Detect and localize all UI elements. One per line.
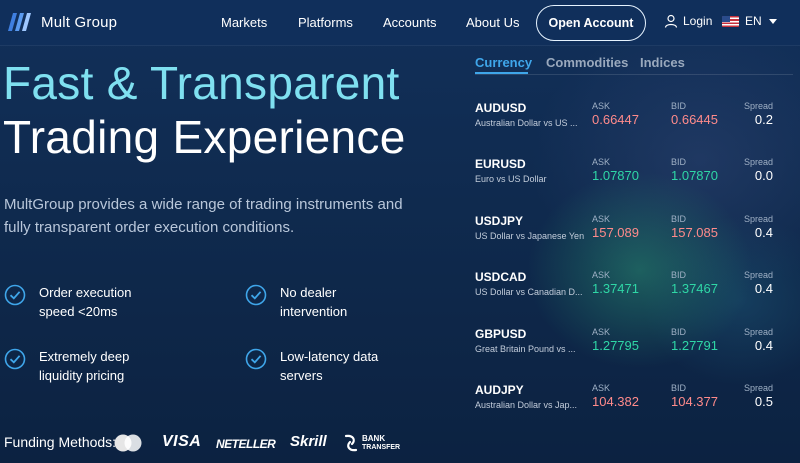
mult-logo-icon [8,13,31,31]
spread-label: Spread [743,157,773,167]
quote-symbol: GBPUSD [475,327,527,341]
feature-text: Extremely deep liquidity pricing [39,349,130,383]
quote-name: Great Britain Pound vs ... [475,344,576,354]
feature-order-execution: Order execution speed <20ms [4,283,149,321]
us-flag-icon [722,15,739,27]
feature-low-latency: Low-latency data servers [245,347,400,385]
bid-price: 1.07870 [671,168,718,183]
spread-label: Spread [743,383,773,393]
quote-symbol: AUDJPY [475,383,524,397]
feature-text: Order execution speed <20ms [39,285,132,319]
transfer-label: TRANSFER [362,444,401,451]
check-circle-icon [4,284,26,306]
ask-price: 1.37471 [592,281,639,296]
hero-title-line1: Fast & Transparent [3,57,400,109]
bid-label: BID [671,157,687,167]
mastercard-icon [114,434,142,452]
open-account-button[interactable]: Open Account [536,5,646,41]
ask-label: ASK [592,101,611,111]
quote-row[interactable]: EURUSD Euro vs US Dollar ASK 1.07870 BID 1.07… [475,157,795,213]
bid-label: BID [671,270,687,280]
ask-price: 157.089 [592,225,639,240]
hero-description: MultGroup provides a wide range of tradi… [4,196,403,236]
funding-methods-label: Funding Methods: [4,434,117,450]
spread-value: 0.2 [754,112,773,127]
quote-name: US Dollar vs Japanese Yen [475,231,585,241]
bid-price: 0.66445 [671,112,718,127]
spread-label: Spread [743,270,773,280]
bid-price: 157.085 [671,225,718,240]
quote-symbol: EURUSD [475,157,526,171]
ask-price: 104.382 [592,394,639,409]
bid-label: BID [671,214,687,224]
brand-name: Mult Group [41,13,118,31]
spread-value: 0.0 [754,168,773,183]
quote-name: Euro vs US Dollar [475,174,547,184]
nav-platforms[interactable]: Platforms [298,15,353,30]
top-nav: Mult Group Markets Platforms Accounts Ab… [0,0,800,46]
tab-commodities[interactable]: Commodities [546,55,628,70]
quote-symbol: USDCAD [475,270,527,284]
logo[interactable]: Mult Group [6,9,117,35]
quote-symbol: USDJPY [475,214,524,228]
quote-row[interactable]: GBPUSD Great Britain Pound vs ... ASK 1.277… [475,327,795,383]
tab-currency[interactable]: Currency [475,55,532,70]
skrill-logo: Skrill [290,433,327,450]
login-link[interactable]: Login [664,14,712,28]
spread-value: 0.4 [754,338,773,353]
nav-accounts[interactable]: Accounts [383,15,436,30]
feature-no-dealer: No dealer intervention [245,283,390,321]
quote-row[interactable]: USDJPY US Dollar vs Japanese Yen ASK 157.08… [475,214,795,270]
tab-indices[interactable]: Indices [640,55,685,70]
spread-label: Spread [743,101,773,111]
feature-deep-liquidity: Extremely deep liquidity pricing [4,347,159,385]
ask-label: ASK [592,214,611,224]
bid-price: 1.37467 [671,281,718,296]
chevron-down-icon [768,18,777,24]
visa-logo: VISA [162,433,202,450]
language-label: EN [745,14,762,28]
ask-label: ASK [592,157,611,167]
ask-price: 1.27795 [592,338,639,353]
quote-name: Australian Dollar vs Jap... [475,400,578,410]
bid-price: 1.27791 [671,338,718,353]
user-icon [664,14,678,28]
spread-label: Spread [743,214,773,224]
ask-label: ASK [592,383,611,393]
bank-label: BANK [362,434,386,443]
spread-value: 0.4 [754,281,773,296]
active-tab-indicator [475,72,528,74]
feature-text: No dealer intervention [280,285,348,319]
bid-label: BID [671,327,687,337]
bid-price: 104.377 [671,394,718,409]
language-selector[interactable]: EN [722,14,777,28]
bid-label: BID [671,383,687,393]
quote-name: Australian Dollar vs US ... [475,118,578,128]
bank-transfer-icon [344,434,358,452]
spread-label: Spread [743,327,773,337]
quote-row[interactable]: AUDUSD Australian Dollar vs US ... ASK 0.66… [475,101,795,157]
check-circle-icon [4,348,26,370]
ask-label: ASK [592,270,611,280]
quote-symbol: AUDUSD [475,101,527,115]
nav-about-us[interactable]: About Us [466,15,519,30]
bid-label: BID [671,101,687,111]
quote-name: US Dollar vs Canadian D... [475,287,583,297]
quote-row[interactable]: AUDJPY Australian Dollar vs Jap... ASK 104.… [475,383,795,439]
quote-row[interactable]: USDCAD US Dollar vs Canadian D... ASK 1.374… [475,270,795,326]
ask-label: ASK [592,327,611,337]
spread-value: 0.4 [754,225,773,240]
ask-price: 0.66447 [592,112,639,127]
tab-divider [475,74,793,75]
feature-text: Low-latency data servers [280,349,379,383]
login-label: Login [683,14,713,28]
nav-markets[interactable]: Markets [221,15,267,30]
neteller-logo: NETELLER [216,437,276,451]
check-circle-icon [245,348,267,370]
ask-price: 1.07870 [592,168,639,183]
check-circle-icon [245,284,267,306]
hero-title-line2: Trading Experience [3,111,406,163]
spread-value: 0.5 [754,394,773,409]
